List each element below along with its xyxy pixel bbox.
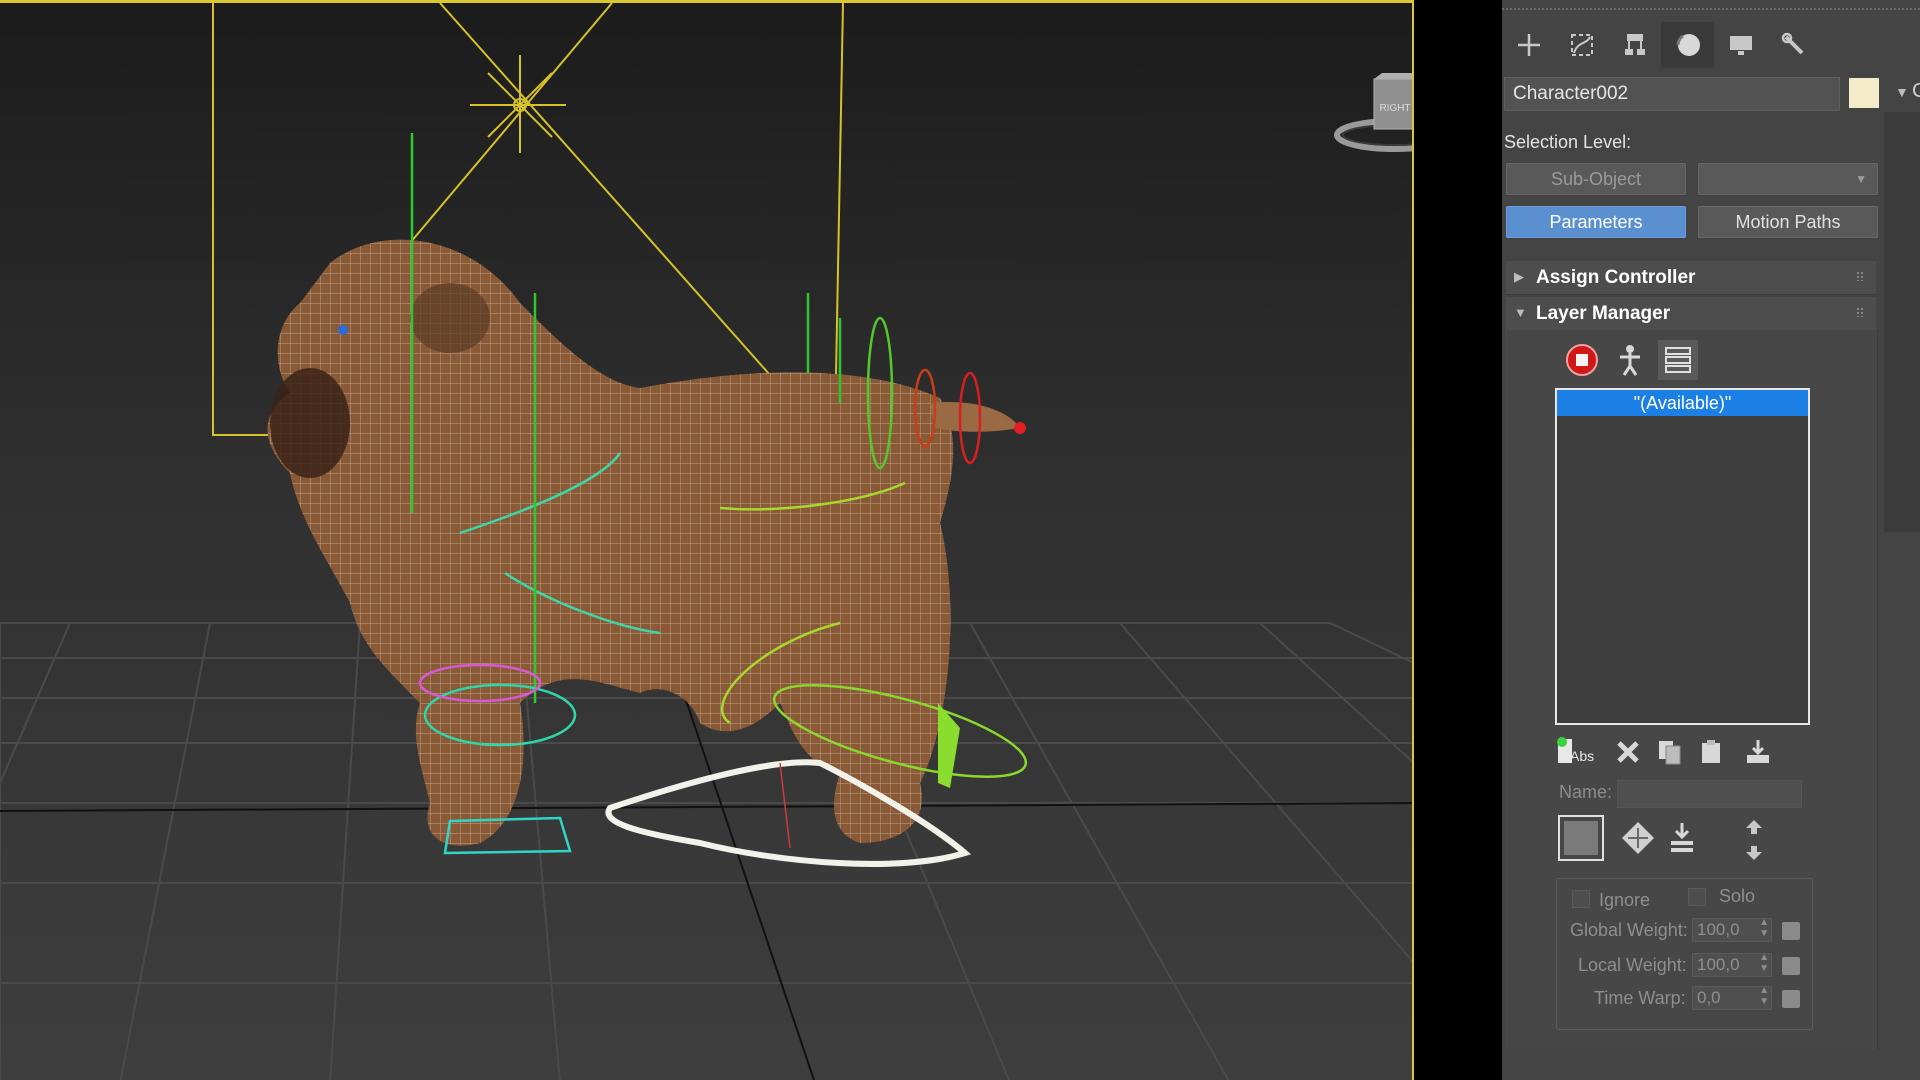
collapse-keys-button[interactable] [1662,818,1702,858]
tab-utilities[interactable] [1767,22,1820,68]
tab-modify[interactable] [1555,22,1608,68]
side-panel-label: C [1912,80,1920,102]
arrow-up-icon [1746,820,1762,834]
record-icon [1566,344,1598,376]
solo-label: Solo [1719,886,1756,906]
scene-canvas[interactable] [0,3,1414,1080]
paste-layer-button[interactable] [1692,732,1732,772]
chevron-down-icon: ▼ [1855,172,1867,186]
parameters-label: Parameters [1549,212,1643,232]
side-scrollbar[interactable] [1884,112,1920,532]
local-weight-value: 100,0 [1697,955,1740,974]
layer-list[interactable]: "(Available)" [1555,388,1810,725]
viewcube-icon[interactable]: RIGHT [1330,73,1414,163]
rollout-title: Layer Manager [1536,303,1671,324]
viewport-gutter [1414,0,1502,1080]
plus-icon [1517,34,1540,56]
grip-icon[interactable] [1856,271,1864,281]
command-panel-tabs [1502,22,1862,68]
time-warp-value: 0,0 [1697,988,1721,1007]
spinner-arrows-icon[interactable]: ▲ ▼ [1759,985,1769,1007]
abs-label: Abs [1570,748,1594,764]
layer-options-button[interactable] [1658,340,1698,380]
motion-paths-label: Motion Paths [1735,212,1841,232]
spinner-arrows-icon[interactable]: ▲ ▼ [1759,952,1769,974]
tab-display[interactable] [1714,22,1767,68]
tab-motion[interactable] [1661,22,1714,68]
dog-character-mesh[interactable] [267,239,1021,846]
command-panel: Character002 ▼ C Selection Level: Sub-Ob… [1502,0,1920,1080]
tab-hierarchy[interactable] [1608,22,1661,68]
sub-object-dropdown[interactable]: ▼ [1698,163,1878,195]
chevron-down-icon[interactable]: ▼ [1895,84,1909,100]
hierarchy-icon [1624,34,1645,55]
select-biped-button[interactable] [1610,340,1650,380]
ignore-checkbox[interactable] [1572,890,1590,908]
rollout-assign-controller[interactable]: ▶ Assign Controller [1506,261,1876,295]
copy-icon [1659,741,1681,765]
arrow-down-icon [1746,846,1762,860]
paste-icon [1702,740,1720,763]
layer-item-available[interactable]: "(Available)" [1557,390,1808,416]
rollout-title: Assign Controller [1536,267,1696,288]
modify-icon [1570,34,1593,56]
copy-layer-button[interactable] [1650,732,1690,772]
solo-checkbox[interactable] [1688,888,1706,906]
chevron-down-icon: ▼ [1514,305,1527,320]
close-icon [1617,741,1639,763]
global-weight-spinner[interactable]: 100,0 ▲ ▼ [1692,917,1772,942]
add-layer-abs-button[interactable]: Abs [1554,732,1602,772]
motion-icon [1676,34,1700,56]
add-layer-icon: Abs [1557,737,1594,764]
wrench-icon [1781,32,1803,55]
move-layer-down-button[interactable] [1734,838,1774,868]
time-warp-label: Time Warp: [1594,988,1686,1008]
parameters-button[interactable]: Parameters [1506,206,1686,238]
global-weight-value: 100,0 [1697,920,1740,939]
layers-icon [1665,347,1691,373]
global-weight-key-button[interactable] [1782,922,1800,940]
layer-keys-button[interactable] [1618,818,1658,858]
monitor-icon [1729,36,1752,55]
viewcube-face-label: RIGHT [1379,103,1410,114]
sub-object-label: Sub-Object [1550,169,1642,189]
biped-icon [1620,345,1640,376]
layer-color-button[interactable] [1558,815,1604,861]
delete-layer-button[interactable] [1608,732,1648,772]
object-color-swatch[interactable] [1849,78,1879,108]
record-layer-button[interactable] [1562,340,1602,380]
global-weight-label: Global Weight: [1570,920,1688,940]
tab-create[interactable] [1502,22,1555,68]
motion-paths-button[interactable]: Motion Paths [1698,206,1878,238]
sub-object-button[interactable]: Sub-Object [1506,163,1686,195]
chevron-right-icon: ▶ [1514,269,1524,284]
diamond-icon [1622,822,1654,854]
layer-name-label: Name: [1559,782,1613,802]
collapse-layer-button[interactable] [1738,732,1778,772]
rollout-layer-manager[interactable]: ▼ Layer Manager [1506,297,1876,331]
local-weight-label: Local Weight: [1578,955,1687,975]
collapse-down-icon [1671,823,1693,852]
layer-name-input[interactable] [1617,780,1802,808]
object-name-field[interactable]: Character002 [1504,77,1840,111]
spinner-arrows-icon[interactable]: ▲ ▼ [1759,917,1769,939]
grip-icon[interactable] [1856,307,1864,317]
perspective-viewport[interactable]: RIGHT [0,0,1414,1080]
panel-drag-handle[interactable] [1502,8,1920,14]
time-warp-key-button[interactable] [1782,990,1800,1008]
collapse-icon [1747,740,1769,763]
local-weight-spinner[interactable]: 100,0 ▲ ▼ [1692,952,1772,977]
layer-color-preview [1564,821,1598,855]
ignore-label: Ignore [1599,890,1651,910]
selection-level-label: Selection Level: [1504,132,1632,152]
time-warp-spinner[interactable]: 0,0 ▲ ▼ [1692,985,1772,1010]
local-weight-key-button[interactable] [1782,957,1800,975]
